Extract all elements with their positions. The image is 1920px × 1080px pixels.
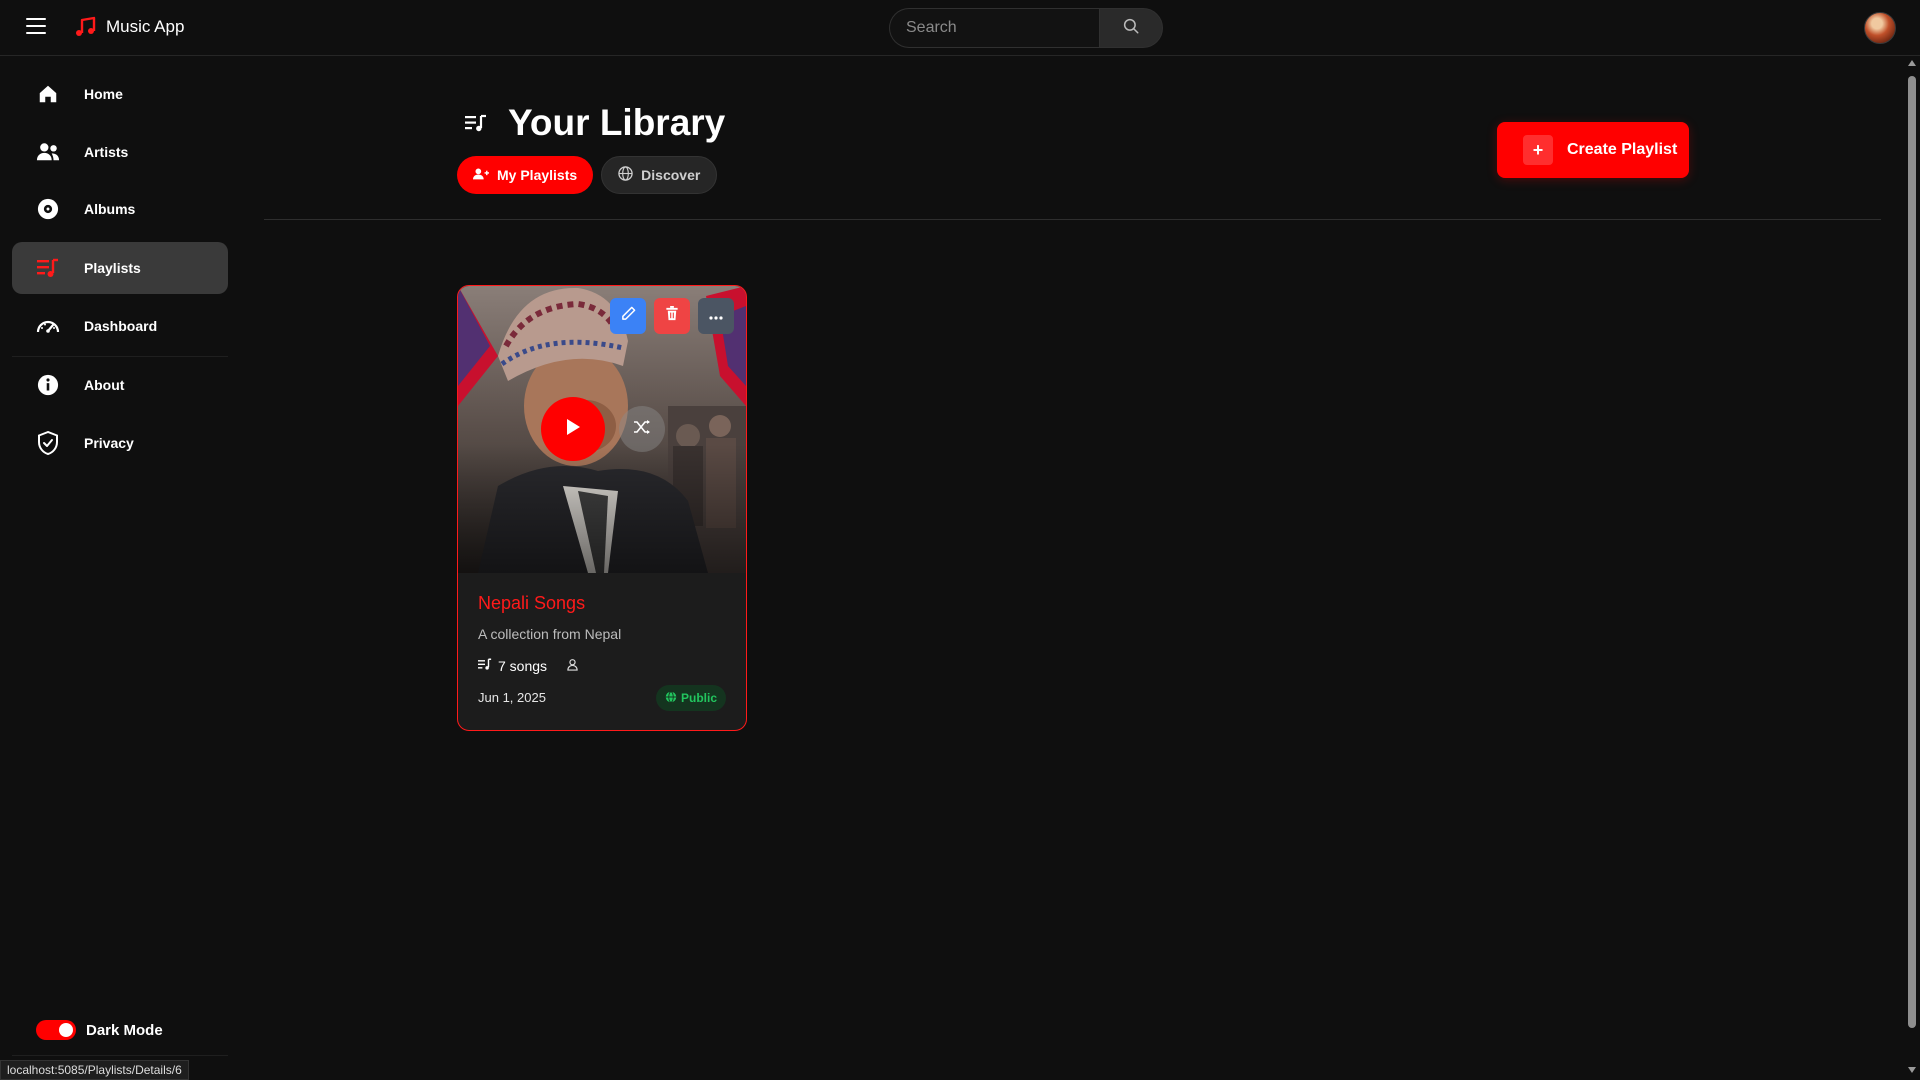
sidebar-item-home[interactable]: Home bbox=[12, 68, 228, 120]
playlist-meta: 7 songs bbox=[478, 658, 578, 674]
edit-playlist-button[interactable] bbox=[610, 298, 646, 334]
sidebar-item-label: Dashboard bbox=[84, 318, 158, 334]
users-icon bbox=[36, 140, 60, 164]
sidebar: Home Artists Albums Playlists Dashboard … bbox=[0, 56, 240, 1080]
dark-mode-label: Dark Mode bbox=[86, 1021, 163, 1039]
music-list-icon bbox=[478, 658, 492, 674]
library-icon bbox=[464, 112, 488, 136]
playlist-icon bbox=[36, 256, 60, 280]
sidebar-item-label: Artists bbox=[84, 144, 129, 160]
shield-icon bbox=[36, 431, 60, 455]
header-divider bbox=[264, 219, 1881, 220]
user-icon bbox=[567, 658, 578, 674]
sidebar-item-artists[interactable]: Artists bbox=[12, 126, 228, 178]
search-button[interactable] bbox=[1099, 8, 1163, 48]
pencil-icon bbox=[621, 306, 636, 326]
app-brand[interactable]: Music App bbox=[72, 14, 184, 40]
user-avatar[interactable] bbox=[1864, 12, 1896, 44]
globe-icon bbox=[665, 690, 677, 706]
delete-playlist-button[interactable] bbox=[654, 298, 690, 334]
sidebar-item-playlists[interactable]: Playlists bbox=[12, 242, 228, 294]
sidebar-divider bbox=[12, 356, 228, 357]
globe-icon bbox=[618, 166, 633, 184]
tab-label: My Playlists bbox=[497, 167, 578, 183]
library-tabs: My Playlists Discover bbox=[457, 156, 718, 194]
page-title: Your Library bbox=[508, 102, 726, 143]
dark-mode-toggle[interactable] bbox=[36, 1020, 76, 1040]
more-horizontal-icon bbox=[709, 307, 723, 325]
shuffle-button[interactable] bbox=[619, 406, 665, 452]
music-note-icon bbox=[72, 14, 98, 40]
tab-discover[interactable]: Discover bbox=[601, 156, 718, 194]
theme-toggle-row: Dark Mode bbox=[36, 1020, 163, 1040]
gauge-icon bbox=[36, 314, 60, 338]
search-bar bbox=[889, 8, 1163, 48]
disc-icon bbox=[36, 197, 60, 221]
info-icon bbox=[36, 373, 60, 397]
visibility-badge: Public bbox=[656, 685, 727, 711]
tab-my-playlists[interactable]: My Playlists bbox=[457, 156, 594, 194]
play-icon bbox=[564, 417, 582, 442]
song-count: 7 songs bbox=[498, 658, 548, 674]
visibility-label: Public bbox=[681, 691, 718, 705]
more-options-button[interactable] bbox=[698, 298, 734, 334]
menu-icon[interactable] bbox=[26, 18, 46, 38]
scroll-down-icon[interactable] bbox=[1908, 1067, 1916, 1073]
shuffle-icon bbox=[633, 419, 651, 440]
sidebar-divider bbox=[12, 1055, 228, 1056]
sidebar-item-label: Home bbox=[84, 86, 123, 102]
sidebar-item-about[interactable]: About bbox=[12, 359, 228, 411]
playlist-description: A collection from Nepal bbox=[478, 626, 622, 642]
status-bar-url: localhost:5085/Playlists/Details/6 bbox=[0, 1060, 189, 1080]
playlist-card[interactable]: Nepali Songs A collection from Nepal 7 s… bbox=[457, 285, 747, 731]
sidebar-item-label: Privacy bbox=[84, 435, 134, 451]
user-icon bbox=[473, 167, 489, 184]
sidebar-item-albums[interactable]: Albums bbox=[12, 183, 228, 235]
plus-icon: + bbox=[1523, 135, 1553, 165]
search-icon bbox=[1122, 17, 1140, 40]
scroll-up-icon[interactable] bbox=[1908, 60, 1916, 66]
top-bar: Music App bbox=[0, 0, 1920, 56]
trash-icon bbox=[665, 306, 679, 326]
sidebar-item-label: About bbox=[84, 377, 125, 393]
scroll-thumb[interactable] bbox=[1908, 76, 1916, 1028]
sidebar-item-label: Albums bbox=[84, 201, 136, 217]
scrollbar[interactable] bbox=[1904, 56, 1920, 1080]
sidebar-item-dashboard[interactable]: Dashboard bbox=[12, 300, 228, 352]
app-name: Music App bbox=[106, 17, 185, 36]
tab-label: Discover bbox=[641, 167, 701, 183]
sidebar-item-label: Playlists bbox=[84, 260, 141, 276]
play-button[interactable] bbox=[541, 397, 605, 461]
playlist-title[interactable]: Nepali Songs bbox=[478, 593, 585, 614]
playlist-date: Jun 1, 2025 bbox=[478, 690, 546, 705]
sidebar-item-privacy[interactable]: Privacy bbox=[12, 417, 228, 469]
search-input[interactable] bbox=[889, 8, 1099, 48]
home-icon bbox=[36, 82, 60, 106]
create-playlist-button[interactable]: + Create Playlist bbox=[1497, 122, 1689, 178]
create-playlist-label: Create Playlist bbox=[1567, 141, 1678, 158]
